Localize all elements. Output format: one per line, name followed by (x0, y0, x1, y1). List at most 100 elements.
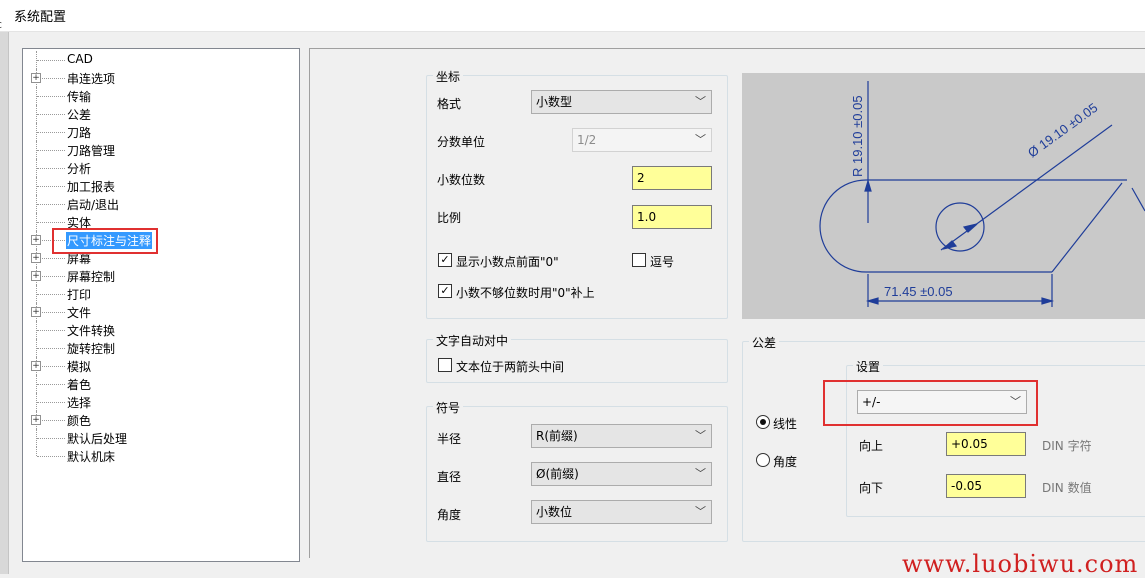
tree-item-label: 着色 (67, 378, 92, 392)
tree-connector (37, 186, 65, 187)
tree-item[interactable]: 选择 (23, 393, 299, 411)
preview-drawing: R 19.10 ±0.05 Ø 19.10 ±0.05 71.45 ±0.05 (819, 81, 1145, 307)
tree-item[interactable]: + 文件 (23, 303, 299, 321)
linear-radio[interactable] (756, 415, 770, 429)
tree-item[interactable]: 公差 (23, 105, 299, 123)
tree-item[interactable]: 默认后处理 (23, 429, 299, 447)
comma-checkbox[interactable] (632, 253, 646, 267)
decimals-label: 小数位数 (437, 173, 486, 187)
pad-zero-label: 小数不够位数时用"0"补上 (456, 286, 595, 300)
lower-tolerance-input[interactable]: -0.05 (946, 474, 1026, 498)
tree-item-label: 串连选项 (67, 72, 116, 86)
text-between-arrows-checkbox[interactable] (438, 358, 452, 372)
scale-label: 比例 (437, 211, 462, 225)
title-bar: c 系统配置 (0, 0, 1145, 32)
tree-connector (37, 204, 65, 205)
tree-item[interactable]: 旋转控制 (23, 339, 299, 357)
highlight-box-tolerance-mode (823, 380, 1038, 426)
decimals-input[interactable]: 2 (632, 166, 712, 190)
angle-symbol-value: 小数位 (536, 505, 573, 519)
radius-symbol-value: R(前缀) (536, 429, 578, 443)
expand-icon[interactable]: + (31, 415, 41, 425)
tree-item[interactable]: + 颜色 (23, 411, 299, 429)
comma-label: 逗号 (650, 255, 675, 269)
linear-radio-label: 线性 (773, 417, 798, 431)
tree-connector (37, 312, 65, 313)
tree-item[interactable]: 启动/退出 (23, 195, 299, 213)
tree-item[interactable]: 打印 (23, 285, 299, 303)
tree-connector (37, 438, 65, 439)
scale-input[interactable]: 1.0 (632, 205, 712, 229)
radius-arrow (864, 178, 872, 192)
radius-symbol-select[interactable]: R(前缀) ﹀ (531, 424, 712, 448)
dimension-preview: R 19.10 ±0.05 Ø 19.10 ±0.05 71.45 ±0.05 (742, 73, 1145, 319)
chevron-down-icon: ﹀ (695, 467, 706, 480)
diameter-symbol-select[interactable]: Ø(前缀) ﹀ (531, 462, 712, 486)
settings-tree[interactable]: CAD + 串连选项 传输 公差 刀路 刀路管理 分析 加工报表 启动/退出 实体 + 尺寸标注与注释 +… (22, 48, 300, 562)
tree-connector (37, 294, 65, 295)
angle-radio-label: 角度 (773, 455, 798, 469)
tree-item[interactable]: 刀路 (23, 123, 299, 141)
fraction-unit-select[interactable]: 1/2 ﹀ (572, 128, 712, 152)
pad-zero-checkbox[interactable]: ✓ (438, 284, 452, 298)
chevron-down-icon: ﹀ (695, 429, 706, 442)
tree-item[interactable]: + 屏幕控制 (23, 267, 299, 285)
angle-label: 角度 (437, 508, 462, 522)
tree-item[interactable]: 刀路管理 (23, 141, 299, 159)
din-char-label: DIN 字符 (1042, 439, 1092, 453)
diameter-dimension-text: Ø 19.10 ±0.05 (1025, 100, 1100, 161)
tree-item[interactable]: 分析 (23, 159, 299, 177)
coords-group-title: 坐标 (433, 68, 464, 85)
chevron-down-icon: ﹀ (695, 95, 706, 108)
din-value-label: DIN 数值 (1042, 481, 1092, 495)
tree-connector (37, 366, 65, 367)
tree-item-label: 颜色 (67, 414, 92, 428)
diameter-symbol-value: Ø(前缀) (536, 467, 579, 481)
tree-connector (37, 330, 65, 331)
tree-connector (37, 420, 65, 421)
expand-icon[interactable]: + (31, 235, 41, 245)
diameter-label: 直径 (437, 470, 462, 484)
tree-item-label: 默认机床 (67, 450, 116, 464)
radius-label: 半径 (437, 432, 462, 446)
angle-symbol-select[interactable]: 小数位 ﹀ (531, 500, 712, 524)
tree-item[interactable]: 传输 (23, 87, 299, 105)
tree-connector (37, 222, 65, 223)
tree-connector (37, 132, 65, 133)
upper-tolerance-input[interactable]: +0.05 (946, 432, 1026, 456)
expand-icon[interactable]: + (31, 271, 41, 281)
tree-item[interactable]: CAD (23, 51, 299, 69)
highlight-box-selected-item (52, 228, 158, 254)
expand-icon[interactable]: + (31, 73, 41, 83)
edge-char: c (0, 18, 2, 31)
symbols-group-title: 符号 (433, 399, 464, 416)
tree-connector (37, 150, 65, 151)
tree-item[interactable]: 文件转换 (23, 321, 299, 339)
linear-dimension-text: 71.45 ±0.05 (884, 284, 953, 299)
tree-item-label: 打印 (67, 288, 92, 302)
tree-item-label: 选择 (67, 396, 92, 410)
tree-item[interactable]: + 串连选项 (23, 69, 299, 87)
expand-icon[interactable]: + (31, 361, 41, 371)
tree-connector (37, 78, 65, 79)
tree-connector (37, 402, 65, 403)
tree-item[interactable]: + 模拟 (23, 357, 299, 375)
tree-item[interactable]: 加工报表 (23, 177, 299, 195)
tree-item[interactable]: 着色 (23, 375, 299, 393)
tree-item-label: 公差 (67, 108, 92, 122)
tree-item[interactable]: 默认机床 (23, 447, 299, 465)
show-leading-zero-checkbox[interactable]: ✓ (438, 253, 452, 267)
format-select-value: 小数型 (536, 95, 573, 109)
upper-label: 向上 (859, 439, 884, 453)
tree-item-label: 传输 (67, 90, 92, 104)
lower-label: 向下 (859, 481, 884, 495)
expand-icon[interactable]: + (31, 253, 41, 263)
expand-icon[interactable]: + (31, 307, 41, 317)
tree-item-label: 分析 (67, 162, 92, 176)
tree-connector (37, 96, 65, 97)
angle-radio[interactable] (756, 453, 770, 467)
tree-item-label: 屏幕控制 (67, 270, 116, 284)
format-select[interactable]: 小数型 ﹀ (531, 90, 712, 114)
fraction-unit-value: 1/2 (577, 133, 597, 147)
tree-connector (37, 258, 65, 259)
